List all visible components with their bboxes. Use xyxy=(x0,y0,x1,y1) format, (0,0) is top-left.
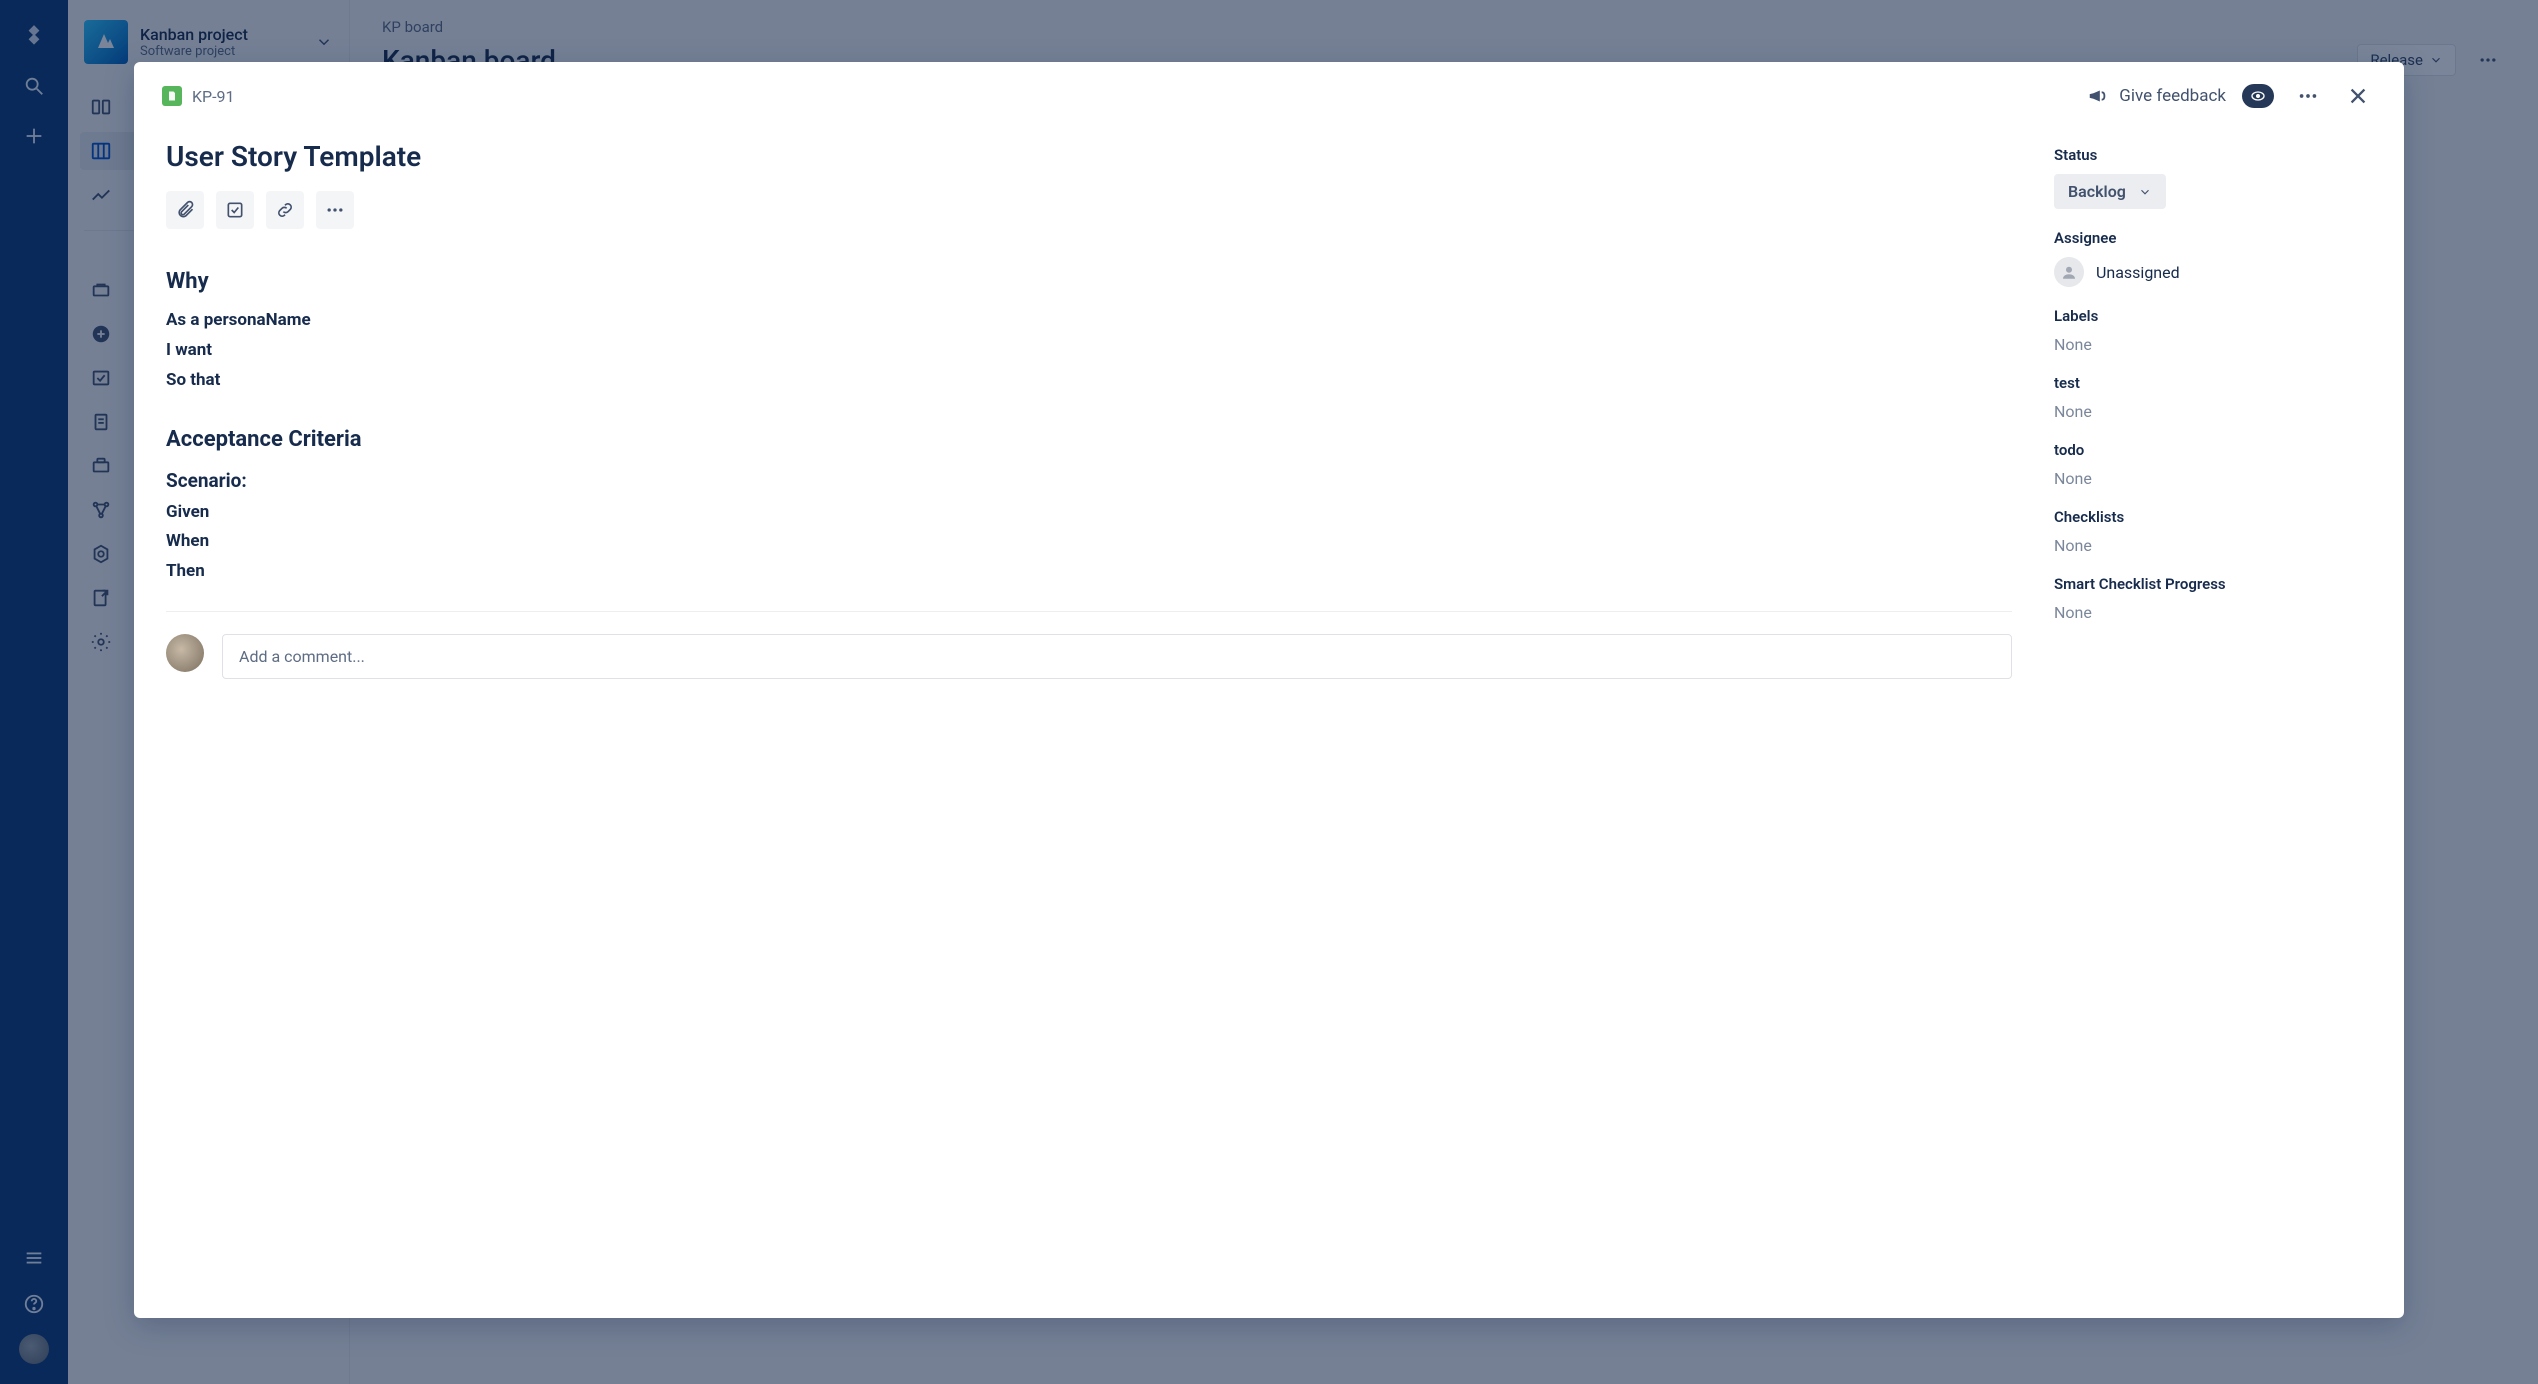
why-heading: Why xyxy=(166,269,2012,294)
issue-title[interactable]: User Story Template xyxy=(166,140,2012,173)
attach-button[interactable] xyxy=(166,191,204,229)
ac-then[interactable]: Then xyxy=(166,557,2012,587)
comment-input[interactable]: Add a comment... xyxy=(222,634,2012,679)
subtask-icon xyxy=(225,200,245,220)
megaphone-icon xyxy=(2087,85,2109,107)
scenario-heading[interactable]: Scenario: xyxy=(166,464,2012,497)
ac-given[interactable]: Given xyxy=(166,498,2012,528)
subtask-button[interactable] xyxy=(216,191,254,229)
todo-label: todo xyxy=(2054,441,2374,459)
labels-label: Labels xyxy=(2054,307,2374,325)
checklists-value[interactable]: None xyxy=(2054,536,2374,555)
status-dropdown[interactable]: Backlog xyxy=(2054,174,2166,209)
attach-icon xyxy=(175,200,195,220)
issue-key-text: KP-91 xyxy=(192,87,235,106)
checklists-label: Checklists xyxy=(2054,508,2374,526)
close-icon xyxy=(2347,85,2369,107)
assignee-value: Unassigned xyxy=(2096,263,2180,282)
status-value: Backlog xyxy=(2068,182,2126,201)
eye-icon xyxy=(2242,84,2274,108)
give-feedback-button[interactable]: Give feedback xyxy=(2087,85,2226,107)
story-type-icon xyxy=(162,86,182,106)
more-icon xyxy=(325,200,345,220)
current-user-avatar xyxy=(166,634,204,672)
issue-key-link[interactable]: KP-91 xyxy=(162,86,235,106)
link-icon xyxy=(275,200,295,220)
watch-button[interactable] xyxy=(2240,78,2276,114)
link-button[interactable] xyxy=(266,191,304,229)
assignee-label: Assignee xyxy=(2054,229,2374,247)
modal-more-button[interactable] xyxy=(2290,78,2326,114)
chevron-down-icon xyxy=(2138,185,2152,199)
test-label: test xyxy=(2054,374,2374,392)
smart-checklist-value[interactable]: None xyxy=(2054,603,2374,622)
issue-modal: KP-91 Give feedback User Story Template xyxy=(134,62,2404,1318)
todo-value[interactable]: None xyxy=(2054,469,2374,488)
assignee-picker[interactable]: Unassigned xyxy=(2054,257,2374,287)
smart-checklist-label: Smart Checklist Progress xyxy=(2054,575,2374,593)
status-label: Status xyxy=(2054,146,2374,164)
feedback-label: Give feedback xyxy=(2119,86,2226,106)
content-more-button[interactable] xyxy=(316,191,354,229)
test-value[interactable]: None xyxy=(2054,402,2374,421)
close-button[interactable] xyxy=(2340,78,2376,114)
why-line-1[interactable]: As a personaName xyxy=(166,306,2012,336)
ac-when[interactable]: When xyxy=(166,527,2012,557)
why-line-3[interactable]: So that xyxy=(166,366,2012,396)
why-line-2[interactable]: I want xyxy=(166,336,2012,366)
labels-value[interactable]: None xyxy=(2054,335,2374,354)
unassigned-avatar-icon xyxy=(2054,257,2084,287)
ac-heading: Acceptance Criteria xyxy=(166,427,2012,452)
